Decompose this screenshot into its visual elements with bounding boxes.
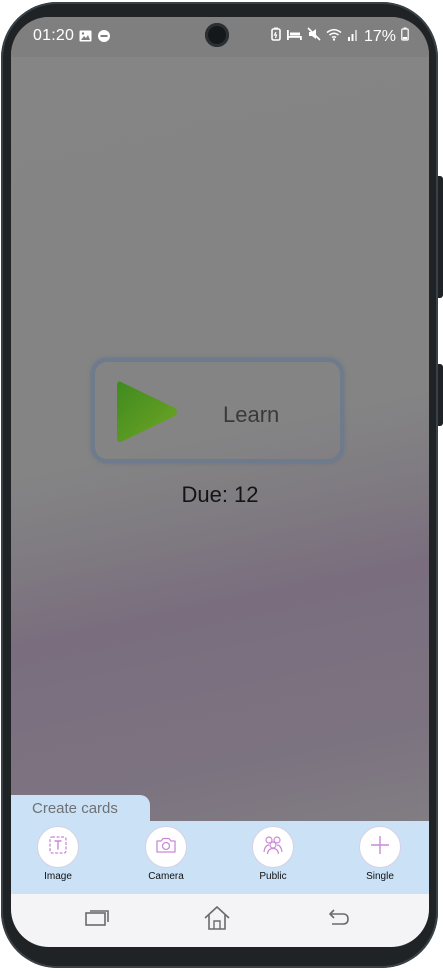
play-icon (115, 378, 179, 451)
sleep-icon (286, 28, 302, 46)
status-icons-left (79, 29, 110, 47)
status-bar: 01:20 17% (11, 17, 429, 57)
create-single-circle (359, 826, 401, 868)
signal-icon (347, 28, 359, 46)
wifi-icon (326, 28, 342, 46)
front-camera (205, 23, 229, 47)
create-public-label: Public (259, 871, 287, 882)
battery-icon (401, 27, 409, 46)
status-time: 01:20 (33, 27, 75, 44)
battery-percent: 17% (363, 27, 396, 45)
create-public-button[interactable]: Public (243, 826, 303, 882)
create-single-button[interactable]: Single (350, 826, 410, 882)
screen: 01:20 17% Learn Due: 12 Create cards Ima… (11, 17, 429, 947)
create-camera-button[interactable]: Camera (136, 826, 196, 882)
power-button (438, 364, 443, 426)
due-count-text: Due: 12 (181, 482, 259, 507)
create-single-label: Single (366, 871, 394, 882)
learn-button[interactable]: Learn (91, 358, 344, 463)
create-public-circle (252, 826, 294, 868)
create-camera-label: Camera (148, 871, 184, 882)
status-icons-right: 17% (271, 27, 409, 46)
plus-icon (369, 834, 391, 861)
create-image-circle (37, 826, 79, 868)
image-icon (79, 29, 92, 47)
phone-frame: 01:20 17% Learn Due: 12 Create cards Ima… (0, 0, 443, 971)
back-icon (325, 908, 351, 933)
people-icon (261, 835, 285, 860)
create-cards-label: Create cards (32, 800, 118, 817)
learn-label: Learn (223, 402, 280, 427)
text-image-icon (48, 835, 68, 860)
do-not-disturb-icon (98, 29, 110, 47)
create-image-button[interactable]: Image (28, 826, 88, 882)
camera-icon (155, 836, 177, 859)
volume-button (438, 176, 443, 298)
mute-icon (307, 27, 321, 46)
recent-apps-button[interactable] (80, 905, 114, 935)
create-camera-circle (145, 826, 187, 868)
recent-apps-icon (84, 909, 110, 932)
back-button[interactable] (321, 905, 355, 935)
system-nav-bar (11, 894, 429, 947)
home-icon (203, 905, 231, 936)
create-cards-bar: Image Camera Public Single (11, 821, 429, 894)
create-image-label: Image (44, 871, 72, 882)
battery-saver-icon (271, 27, 281, 46)
home-button[interactable] (200, 905, 234, 935)
